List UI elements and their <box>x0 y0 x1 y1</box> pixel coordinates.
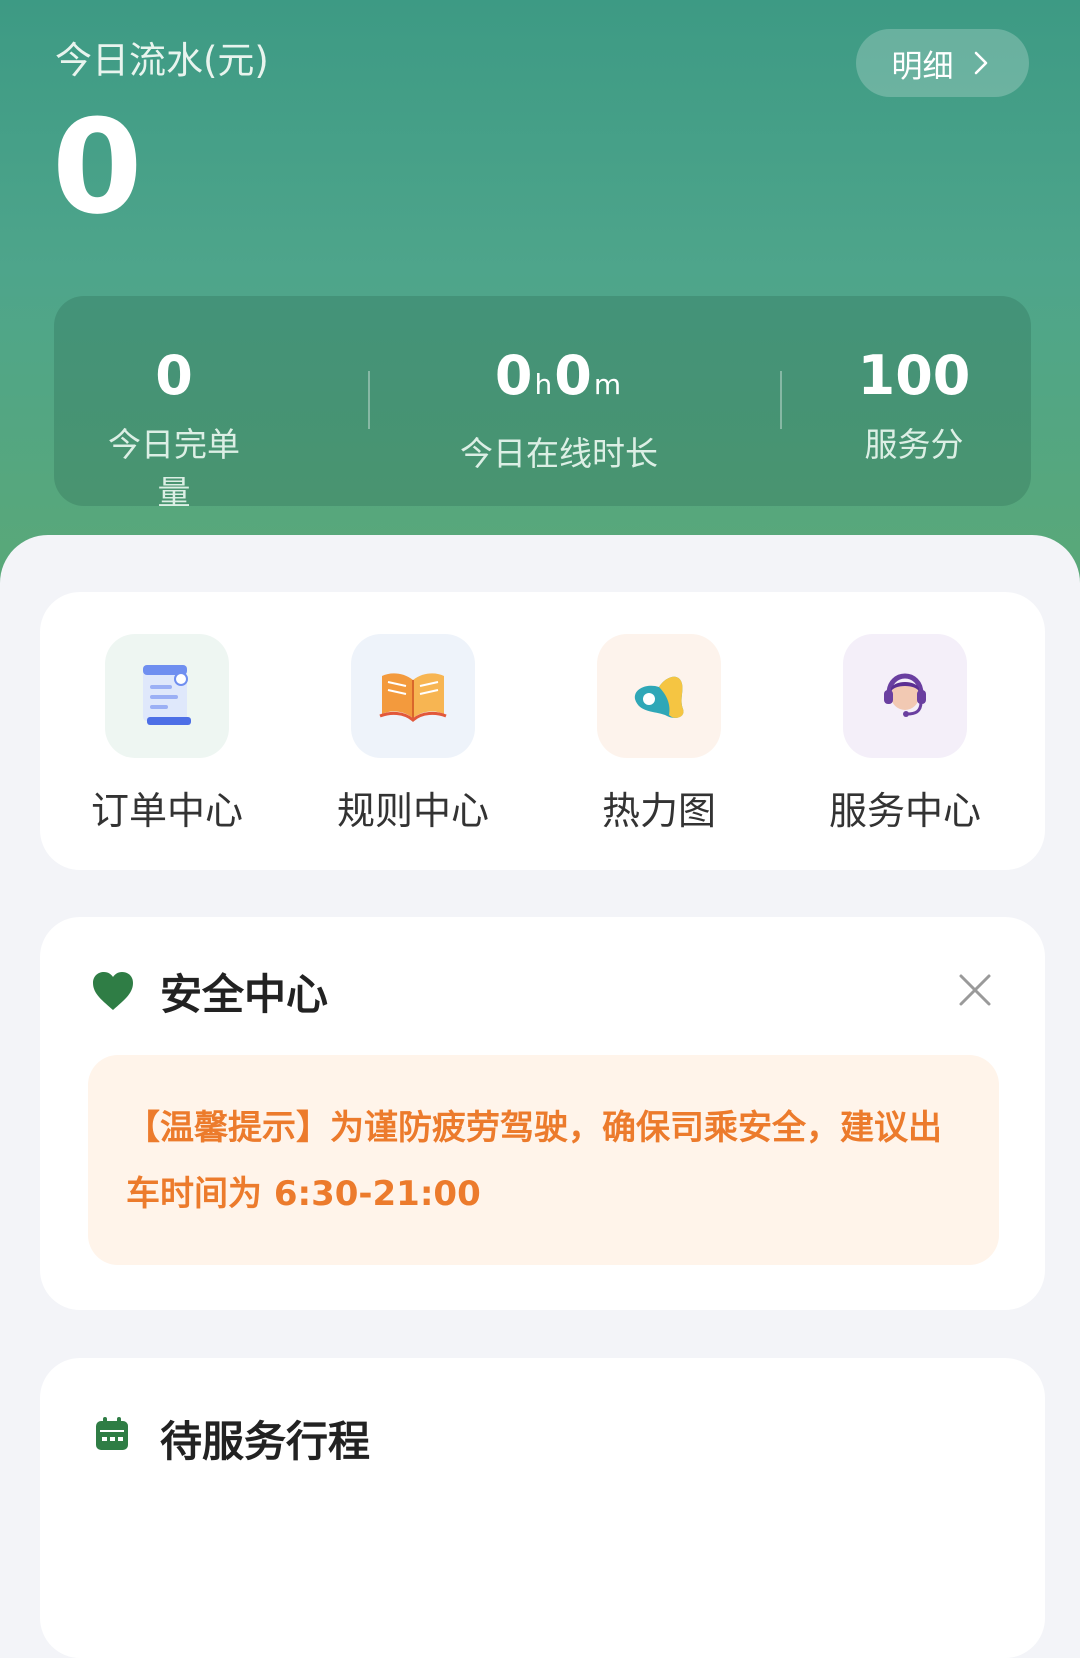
detail-button[interactable]: 明细 <box>856 29 1029 97</box>
stat-online-label: 今日在线时长 <box>460 434 658 473</box>
quick-action-rule-center[interactable]: 规则中心 <box>293 634 533 835</box>
earnings-label: 今日流水(元) <box>55 39 269 82</box>
pending-trips-card: 待服务行程 <box>40 1358 1045 1658</box>
quick-action-label: 热力图 <box>601 789 716 833</box>
safety-center-title: 安全中心 <box>160 970 329 1019</box>
stat-orders-value: 0 <box>155 344 193 407</box>
stat-online-minutes: 0 <box>554 344 592 407</box>
stat-online-hours: 0 <box>494 344 533 407</box>
stat-orders[interactable]: 0 今日完单量 <box>94 346 254 514</box>
stat-score[interactable]: 100 服务分 <box>854 346 974 466</box>
stat-online-hours-unit: h <box>534 368 553 401</box>
quick-actions-card: 订单中心 规则中心 热力图 服务中心 <box>40 592 1045 870</box>
heatmap-icon <box>597 634 721 758</box>
quick-action-label: 订单中心 <box>90 789 243 833</box>
earnings-value: 0 <box>52 91 143 243</box>
customer-service-headset-icon <box>843 634 967 758</box>
heart-icon <box>93 972 133 1010</box>
detail-button-label: 明细 <box>891 48 954 85</box>
stat-orders-label: 今日完单量 <box>108 425 240 512</box>
stat-online[interactable]: 0h0m 今日在线时长 <box>449 346 669 475</box>
order-document-icon <box>105 634 229 758</box>
chevron-right-icon <box>974 51 987 75</box>
open-book-icon <box>351 634 475 758</box>
stat-score-label: 服务分 <box>864 425 964 464</box>
stats-panel: 0 今日完单量 0h0m 今日在线时长 100 服务分 <box>54 296 1031 512</box>
quick-action-label: 服务中心 <box>828 789 981 833</box>
stat-score-value: 100 <box>857 344 971 407</box>
safety-center-card: 安全中心 【温馨提示】为谨防疲劳驾驶，确保司乘安全，建议出车时间为 6:30-2… <box>40 917 1045 1310</box>
fatigue-driving-tip: 【温馨提示】为谨防疲劳驾驶，确保司乘安全，建议出车时间为 6:30-21:00 <box>88 1055 999 1265</box>
stat-online-minutes-unit: m <box>593 368 622 401</box>
quick-action-order-center[interactable]: 订单中心 <box>47 634 287 835</box>
stat-online-value: 0h0m <box>449 346 669 415</box>
quick-action-heatmap[interactable]: 热力图 <box>539 634 779 835</box>
calendar-icon <box>96 1417 128 1450</box>
quick-action-service-center[interactable]: 服务中心 <box>785 634 1025 835</box>
stats-divider <box>368 371 370 429</box>
quick-action-label: 规则中心 <box>336 789 489 833</box>
stats-divider <box>780 371 782 429</box>
pending-trips-title: 待服务行程 <box>160 1417 371 1466</box>
header-hero: 今日流水(元) 0 明细 0 今日完单量 0h0m 今日在线时长 100 服务分 <box>0 0 1080 600</box>
close-icon[interactable] <box>958 973 992 1007</box>
